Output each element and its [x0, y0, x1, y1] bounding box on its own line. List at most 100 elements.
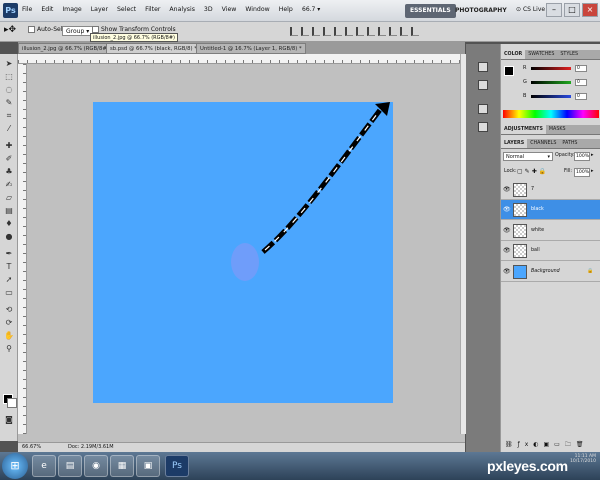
distribute-right-icon[interactable] [411, 27, 419, 36]
workspace-essentials-button[interactable]: ESSENTIALS [405, 4, 456, 18]
channel-r-value[interactable]: 0 [575, 65, 587, 72]
history-brush-tool-icon[interactable]: ✍ [3, 179, 15, 190]
layer-row[interactable]: 👁 7 [501, 180, 600, 200]
color-panel-foreground[interactable] [504, 66, 514, 76]
distribute-left-icon[interactable] [389, 27, 397, 36]
tab-color[interactable]: COLOR [501, 50, 526, 59]
eyedropper-tool-icon[interactable]: ⁄ [3, 123, 15, 134]
taskbar-ie-icon[interactable]: e [32, 455, 56, 477]
show-transform-checkbox[interactable] [92, 26, 99, 33]
visibility-eye-icon[interactable]: 👁 [503, 206, 511, 213]
opacity-field[interactable]: 100% [574, 152, 590, 161]
menu-file[interactable]: File [22, 6, 32, 13]
3d-camera-tool-icon[interactable]: ⟳ [3, 317, 15, 328]
lasso-tool-icon[interactable]: ◌ [3, 84, 15, 95]
minimize-button[interactable]: – [546, 3, 562, 17]
auto-select-checkbox[interactable] [28, 26, 35, 33]
tab-swatches[interactable]: SWATCHES [525, 50, 557, 59]
zoom-level[interactable]: 66.7 ▾ [302, 6, 320, 13]
shape-tool-icon[interactable]: ▭ [3, 287, 15, 298]
move-tool-icon[interactable]: ▸✥ [4, 25, 16, 35]
layer-row[interactable]: 👁 white [501, 220, 600, 241]
menu-window[interactable]: Window [245, 6, 269, 13]
marquee-tool-icon[interactable]: ⬚ [3, 71, 15, 82]
taskbar-video-icon[interactable]: ▦ [110, 455, 134, 477]
quick-mask-icon[interactable]: ◙ [3, 414, 15, 425]
color-spectrum-bar[interactable] [503, 110, 599, 118]
distribute-vcenter-icon[interactable] [367, 27, 375, 36]
align-top-icon[interactable] [290, 27, 298, 36]
gradient-tool-icon[interactable]: ▤ [3, 205, 15, 216]
opacity-dropdown-icon[interactable]: ▸ [591, 152, 594, 158]
align-right-icon[interactable] [345, 27, 353, 36]
visibility-eye-icon[interactable]: 👁 [503, 186, 511, 193]
move-tool-icon[interactable]: ➤ [3, 58, 15, 69]
layer-row[interactable]: 👁 black [501, 200, 600, 221]
healing-brush-tool-icon[interactable]: ✚ [3, 140, 15, 151]
menu-filter[interactable]: Filter [145, 6, 160, 13]
navigator-panel-icon[interactable] [478, 104, 488, 114]
auto-select-dropdown[interactable]: Group ▾ [62, 26, 94, 36]
path-select-tool-icon[interactable]: ➚ [3, 274, 15, 285]
align-bottom-icon[interactable] [312, 27, 320, 36]
background-color-swatch[interactable] [7, 398, 17, 408]
menu-view[interactable]: View [222, 6, 237, 13]
type-tool-icon[interactable]: T [3, 261, 15, 272]
3d-rotate-tool-icon[interactable]: ⟲ [3, 304, 15, 315]
channel-r-slider[interactable] [531, 67, 571, 70]
taskbar-photoshop-icon[interactable]: Ps [165, 455, 189, 477]
channel-b-slider[interactable] [531, 95, 571, 98]
align-vcenter-icon[interactable] [301, 27, 309, 36]
doc-tab-sb[interactable]: sb.psd @ 66.7% (black, RGB/8) * [106, 43, 201, 54]
hand-tool-icon[interactable]: ✋ [3, 330, 15, 341]
layer-row[interactable]: 👁 Background 🔒 [501, 261, 600, 282]
channel-g-slider[interactable] [531, 81, 571, 84]
start-button[interactable]: ⊞ [2, 453, 28, 479]
tab-adjustments[interactable]: ADJUSTMENTS [501, 125, 546, 134]
pen-tool-icon[interactable]: ✒ [3, 248, 15, 259]
tab-channels[interactable]: CHANNELS [527, 139, 559, 148]
cs-live-button[interactable]: ⊙ CS Live ▾ [516, 6, 550, 13]
actions-panel-icon[interactable] [478, 80, 488, 90]
layer-row[interactable]: 👁 ball [501, 241, 600, 262]
menu-layer[interactable]: Layer [91, 6, 108, 13]
workspace-photography-button[interactable]: PHOTOGRAPHY [450, 4, 512, 18]
lock-buttons[interactable]: ▢✎✚🔒 [517, 168, 548, 175]
align-left-icon[interactable] [323, 27, 331, 36]
clone-stamp-tool-icon[interactable]: ♣ [3, 166, 15, 177]
visibility-eye-icon[interactable]: 👁 [503, 227, 511, 234]
taskbar-explorer-icon[interactable]: ▤ [58, 455, 82, 477]
distribute-bottom-icon[interactable] [378, 27, 386, 36]
taskbar-window-icon[interactable]: ▣ [136, 455, 160, 477]
taskbar-media-icon[interactable]: ◉ [84, 455, 108, 477]
fill-dropdown-icon[interactable]: ▸ [591, 168, 594, 174]
dodge-tool-icon[interactable]: ● [3, 231, 15, 242]
menu-help[interactable]: Help [279, 6, 293, 13]
menu-select[interactable]: Select [117, 6, 136, 13]
info-panel-icon[interactable] [478, 122, 488, 132]
tab-styles[interactable]: STYLES [557, 50, 581, 59]
blur-tool-icon[interactable]: ♦ [3, 218, 15, 229]
show-transform-option[interactable]: Show Transform Controls [92, 26, 176, 33]
quick-select-tool-icon[interactable]: ✎ [3, 97, 15, 108]
close-button[interactable]: × [582, 3, 598, 17]
fill-field[interactable]: 100% [574, 168, 590, 177]
menu-image[interactable]: Image [62, 6, 81, 13]
channel-g-value[interactable]: 0 [575, 79, 587, 86]
align-hcenter-icon[interactable] [334, 27, 342, 36]
menu-analysis[interactable]: Analysis [169, 6, 195, 13]
zoom-tool-icon[interactable]: ⚲ [3, 343, 15, 354]
blend-mode-select[interactable]: Normal ▾ [503, 152, 553, 161]
status-zoom[interactable]: 66.67% [22, 443, 41, 452]
visibility-eye-icon[interactable]: 👁 [503, 247, 511, 254]
distribute-hcenter-icon[interactable] [400, 27, 408, 36]
doc-tab-untitled[interactable]: Untitled-1 @ 16.7% (Layer 1, RGB/8) * [196, 43, 306, 54]
eraser-tool-icon[interactable]: ▱ [3, 192, 15, 203]
tab-masks[interactable]: MASKS [546, 125, 569, 134]
crop-tool-icon[interactable]: ⌗ [3, 110, 15, 121]
document-canvas[interactable] [93, 102, 393, 403]
menu-edit[interactable]: Edit [41, 6, 53, 13]
brush-tool-icon[interactable]: ✐ [3, 153, 15, 164]
tab-layers[interactable]: LAYERS [501, 139, 528, 148]
history-panel-icon[interactable] [478, 62, 488, 72]
